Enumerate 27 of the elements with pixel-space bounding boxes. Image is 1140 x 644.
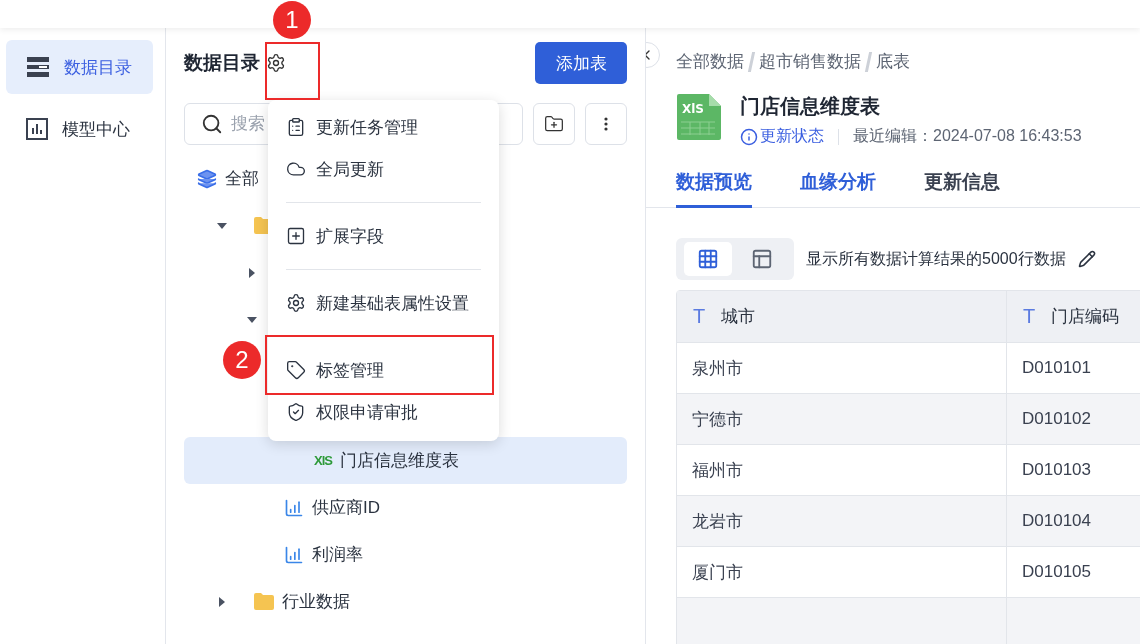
table-cell: D010102 (1007, 394, 1140, 444)
row-count-note: 显示所有数据计算结果的5000行数据 (806, 248, 1066, 269)
tree-item-label: 全部 (225, 168, 259, 190)
table-title: 门店信息维度表 (740, 94, 881, 119)
table-cell: 宁德市 (677, 394, 1007, 444)
table-cell: 龙岩市 (677, 496, 1007, 546)
text-type-icon: T (693, 305, 706, 328)
table-cell: D010101 (1007, 343, 1140, 393)
spreadsheet-icon: XlS (314, 453, 332, 468)
tree-item-label: 利润率 (312, 544, 363, 566)
tree-item-label: 供应商ID (312, 497, 380, 519)
text-type-icon: T (1023, 305, 1036, 328)
table-cell: 厦门市 (677, 547, 1007, 597)
last-edited-text: 最近编辑：2024-07-08 16:43:53 (853, 126, 1082, 146)
table-cell: D010104 (1007, 496, 1140, 546)
tree-item-label: 门店信息维度表 (339, 450, 459, 472)
tree-item-label: 行业数据 (282, 591, 350, 613)
spreadsheet-file-icon: XlS (676, 93, 722, 141)
step-number: 1 (273, 1, 311, 39)
table-cell: 泉州市 (677, 343, 1007, 393)
table-cell: D010103 (1007, 445, 1140, 495)
step-number: 2 (223, 341, 261, 379)
panel-title: 数据目录 (184, 51, 260, 75)
column-title: 城市 (721, 306, 756, 328)
table-cell: D010105 (1007, 547, 1140, 597)
table-cell: 福州市 (677, 445, 1007, 495)
column-title: 门店编码 (1051, 306, 1120, 328)
